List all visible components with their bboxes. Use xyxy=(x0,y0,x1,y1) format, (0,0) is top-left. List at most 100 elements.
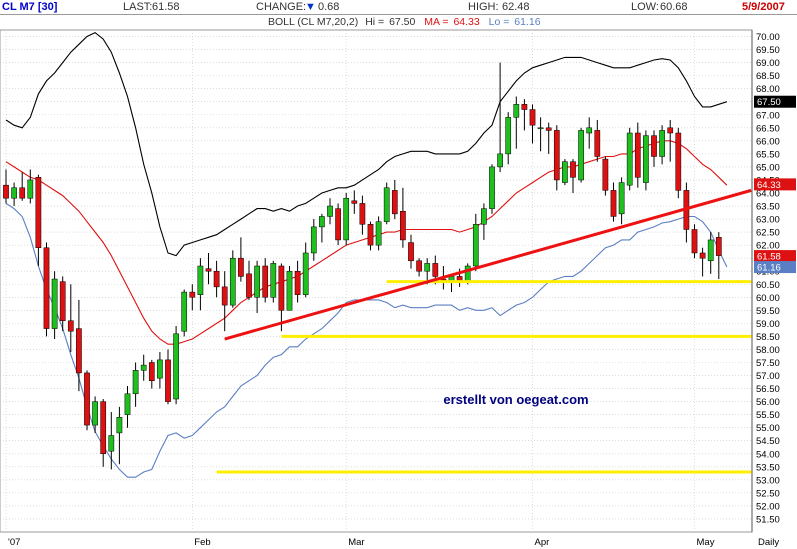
y-tick-label: 53.00 xyxy=(756,475,780,486)
candle-body xyxy=(481,208,487,225)
y-tick-label: 67.00 xyxy=(756,110,780,121)
candle-body xyxy=(43,247,50,329)
candle-body xyxy=(51,278,58,329)
candle-body xyxy=(67,320,74,332)
price-tag: 61.16 xyxy=(754,261,796,274)
candle-body xyxy=(618,182,625,215)
y-tick-label: 52.50 xyxy=(756,488,780,499)
y-tick-label: 62.00 xyxy=(756,241,780,252)
candle-body xyxy=(132,370,139,395)
candle-body xyxy=(675,132,682,191)
candle-body xyxy=(254,265,260,298)
y-tick-label: 53.50 xyxy=(756,462,780,473)
y-tick-label: 57.00 xyxy=(756,371,780,382)
candle xyxy=(675,127,682,199)
candle-body xyxy=(667,127,674,134)
candle-body xyxy=(489,166,495,209)
legend-lo-value: 61.16 xyxy=(514,16,540,28)
y-tick-label: 60.50 xyxy=(756,280,780,291)
y-tick-label: 55.00 xyxy=(756,423,780,434)
candle-body xyxy=(472,224,479,267)
y-tick-label: 54.50 xyxy=(756,436,780,447)
candle xyxy=(691,224,698,259)
candle-body xyxy=(19,187,26,199)
candle xyxy=(489,164,495,214)
candle-body xyxy=(302,252,309,295)
x-axis-label: Daily xyxy=(758,537,779,548)
y-tick-label: 63.00 xyxy=(756,215,780,226)
y-tick-label: 65.00 xyxy=(756,162,780,173)
candle xyxy=(626,127,633,191)
candle xyxy=(643,130,649,191)
x-tick-label: Mar xyxy=(348,537,364,548)
x-tick-label: May xyxy=(697,537,715,548)
candle-body xyxy=(319,216,325,228)
candle-body xyxy=(699,252,706,259)
candle-body xyxy=(286,270,293,311)
candle-body xyxy=(327,205,333,217)
candle-body xyxy=(562,161,568,183)
candle-body xyxy=(294,270,301,295)
candle xyxy=(84,370,90,431)
legend-indicator: BOLL (CL M7,20,2) xyxy=(268,16,358,28)
candle-body xyxy=(416,260,422,272)
y-tick-label: 68.50 xyxy=(756,71,780,82)
watermark-text: erstellt von oegeat.com xyxy=(443,392,588,407)
candle xyxy=(181,289,188,337)
y-tick-label: 59.50 xyxy=(756,306,780,317)
y-tick-label: 69.00 xyxy=(756,58,780,69)
candle-body xyxy=(140,364,147,371)
price-tag: 67.50 xyxy=(754,95,796,108)
candle xyxy=(229,250,236,308)
candle-body xyxy=(545,127,552,131)
candle-body xyxy=(11,187,17,199)
candle-body xyxy=(27,179,34,199)
candle xyxy=(375,216,382,251)
candle xyxy=(173,325,179,405)
candle-body xyxy=(238,257,244,277)
candle-body xyxy=(367,224,374,246)
y-tick-label: 54.00 xyxy=(756,449,780,460)
price-tag-text: 64.33 xyxy=(757,180,781,191)
candle-body xyxy=(715,237,722,256)
candle-body xyxy=(59,281,66,322)
y-tick-label: 58.50 xyxy=(756,332,780,343)
candle-body xyxy=(3,184,9,199)
candle xyxy=(270,260,277,303)
price-tag-text: 61.16 xyxy=(757,263,781,274)
candle-body xyxy=(383,187,390,222)
candle-body xyxy=(505,117,512,155)
candle xyxy=(286,266,293,311)
candle-body xyxy=(173,333,179,400)
y-tick-label: 60.00 xyxy=(756,293,780,304)
candle-body xyxy=(424,263,431,272)
candle xyxy=(578,127,584,183)
candle-body xyxy=(359,203,366,225)
y-tick-label: 62.50 xyxy=(756,228,780,239)
y-tick-label: 66.00 xyxy=(756,136,780,147)
candle-body xyxy=(197,265,204,295)
price-tag: 64.33 xyxy=(754,178,796,191)
candle-body xyxy=(270,263,277,298)
price-tag-text: 61.58 xyxy=(757,252,781,263)
y-tick-label: 55.50 xyxy=(756,410,780,421)
y-tick-label: 65.50 xyxy=(756,149,780,160)
y-tick-label: 52.00 xyxy=(756,501,780,512)
candle-body xyxy=(278,265,285,311)
candle-body xyxy=(76,328,82,374)
y-tick-label: 66.50 xyxy=(756,123,780,134)
candle-body xyxy=(537,127,544,130)
candle-body xyxy=(181,291,188,332)
candle-body xyxy=(84,372,90,426)
x-tick-label: '07 xyxy=(8,537,20,548)
bollinger-legend: BOLL (CL M7,20,2) Hi = 67.50 MA = 64.33 … xyxy=(268,16,541,28)
candle-body xyxy=(205,268,212,272)
candle xyxy=(562,159,568,186)
y-tick-label: 51.50 xyxy=(756,514,780,525)
legend-hi-value: 67.50 xyxy=(389,16,415,28)
candle xyxy=(335,203,341,246)
candle-body xyxy=(213,270,220,288)
candle-body xyxy=(92,401,98,426)
candle-body xyxy=(124,393,131,415)
y-tick-label: 59.00 xyxy=(756,319,780,330)
